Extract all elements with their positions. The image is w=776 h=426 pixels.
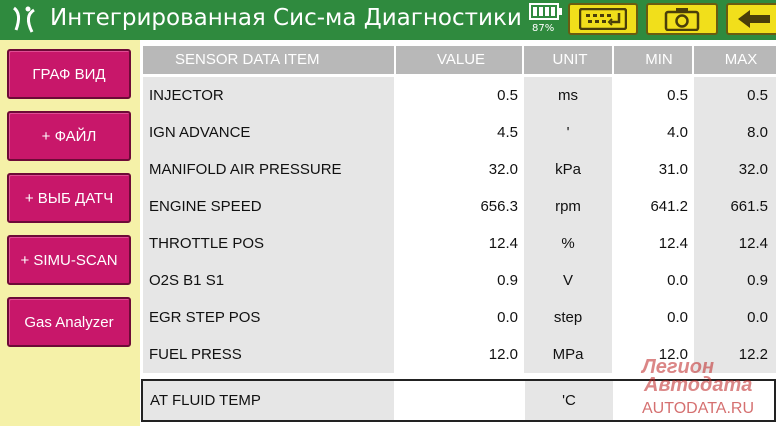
sensor-unit: V [562,272,573,289]
sensor-min: 0.5 [667,87,688,104]
sensor-value: 0.0 [497,309,518,326]
sensor-unit: MPa [552,346,584,363]
sensor-value: 12.4 [488,235,518,252]
sensor-item-label: EGR STEP POS [149,309,261,326]
file-button[interactable]: + ФАЙЛ [7,111,131,161]
sensor-max: 0.5 [747,87,768,104]
sensor-min: 4.0 [667,124,688,141]
camera-icon [664,8,700,31]
battery-percent: 87% [532,23,555,34]
sensor-value: 32.0 [488,161,518,178]
sensor-unit: kPa [555,161,581,178]
sensor-value: 0.5 [497,87,518,104]
title-bar: Интегрированная Сис-ма Диагностики 87% [0,0,776,40]
sensor-max: 8.0 [747,124,768,141]
simu-scan-button[interactable]: + SIMU-SCAN [7,235,131,285]
sensor-max: 12.4 [738,235,768,252]
watermark: Легион Автодата AUTODATA.RU [640,354,776,424]
gas-analyzer-button[interactable]: Gas Analyzer [7,297,131,347]
sensor-value: 0.9 [497,272,518,289]
sensor-item-label: O2S B1 S1 [149,272,225,289]
sensor-unit: ' [566,124,570,141]
app-logo-icon [12,6,35,33]
sensor-max: 0.9 [747,272,768,289]
column-header-unit: UNIT [524,46,612,74]
app-title: Интегрированная Сис-ма Диагностики [50,5,522,31]
sensor-item-label: INJECTOR [149,87,224,104]
watermark-line2: Автодата [644,374,753,396]
selected-row-unit: 'C [562,392,576,409]
sensor-unit: ms [558,87,578,104]
sensor-min: 641.2 [650,198,688,215]
column-header-value: VALUE [396,46,522,74]
sensor-min: 0.0 [667,309,688,326]
sensor-min: 12.4 [658,235,688,252]
back-button[interactable] [726,3,776,35]
sensor-unit: % [561,235,575,252]
sensor-min: 31.0 [658,161,688,178]
keyboard-icon [579,8,627,30]
sensor-item-label: THROTTLE POS [149,235,265,252]
sensor-min: 0.0 [667,272,688,289]
sensor-value: 656.3 [480,198,518,215]
sidebar: ГРАФ ВИД + ФАЙЛ + ВЫБ ДАТЧ + SIMU-SCAN G… [0,40,140,426]
sensor-item-label: MANIFOLD AIR PRESSURE [149,161,342,178]
selected-row-item: AT FLUID TEMP [150,392,261,409]
back-arrow-icon [738,10,770,28]
column-header-min: MIN [614,46,692,74]
sensor-item-label: FUEL PRESS [149,346,242,363]
column-header-item: SENSOR DATA ITEM [143,46,394,74]
graph-view-button[interactable]: ГРАФ ВИД [7,49,131,99]
watermark-line3: AUTODATA.RU [642,400,755,417]
sensor-value: 4.5 [497,124,518,141]
sensor-max: 0.0 [747,309,768,326]
sensor-unit: step [553,309,583,326]
select-sensor-button[interactable]: + ВЫБ ДАТЧ [7,173,131,223]
sensor-item-label: ENGINE SPEED [149,198,262,215]
sensor-max: 661.5 [730,198,768,215]
keyboard-button[interactable] [568,3,638,35]
sensor-value: 12.0 [488,346,518,363]
column-header-max: MAX [694,46,776,74]
sensor-unit: rpm [555,198,581,215]
battery-icon [529,3,562,20]
camera-button[interactable] [646,3,718,35]
sensor-max: 32.0 [738,161,768,178]
sensor-item-label: IGN ADVANCE [149,124,251,141]
